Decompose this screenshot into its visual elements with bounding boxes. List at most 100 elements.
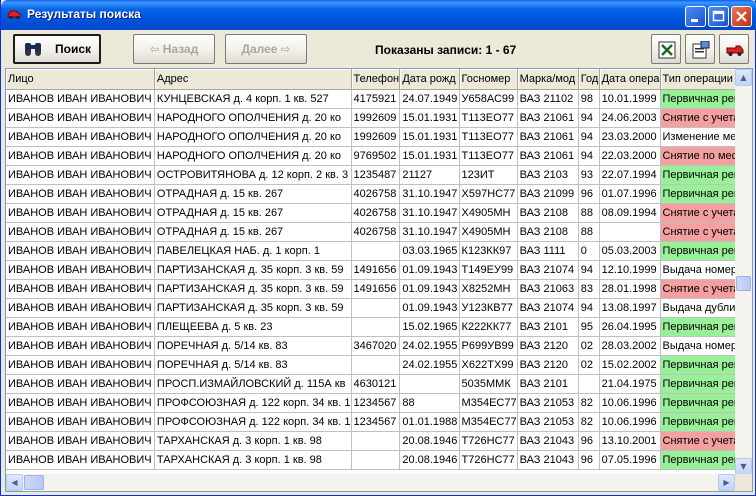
vertical-scrollbar[interactable]: ▲ ▼ xyxy=(735,69,752,475)
table-cell[interactable]: 95 xyxy=(578,317,600,337)
table-cell[interactable]: 13.10.2001 xyxy=(599,431,661,451)
table-cell[interactable]: ТАРХАНСКАЯ д. 3 корп. 1 кв. 98 xyxy=(154,431,352,451)
results-grid[interactable]: Лицо Адрес Телефон Дата рожд Госномер Марка/м… xyxy=(5,68,753,492)
table-cell[interactable]: 94 xyxy=(578,260,600,280)
table-cell[interactable]: ИВАНОВ ИВАН ИВАНОВИЧ xyxy=(6,355,155,375)
table-cell[interactable]: ИВАНОВ ИВАН ИВАНОВИЧ xyxy=(6,336,155,356)
table-cell[interactable]: 26.04.1995 xyxy=(599,317,661,337)
table-cell[interactable]: КУНЦЕВСКАЯ д. 4 корп. 1 кв. 527 xyxy=(154,89,352,109)
table-cell[interactable]: 4630121 xyxy=(351,374,401,394)
table-cell[interactable]: 88 xyxy=(578,203,600,223)
table-row[interactable]: ИВАНОВ ИВАН ИВАНОВИЧ ПРОФСОЮЗНАЯ д. 122 к… xyxy=(6,412,752,432)
table-cell[interactable]: ТАРХАНСКАЯ д. 3 корп. 1 кв. 98 xyxy=(154,450,352,470)
table-cell[interactable]: 24.06.2003 xyxy=(599,108,661,128)
table-cell[interactable]: 08.09.1994 xyxy=(599,203,661,223)
table-row[interactable]: ИВАНОВ ИВАН ИВАНОВИЧ ПРОСП.ИЗМАЙЛОВСКИЙ д… xyxy=(6,374,752,394)
table-cell[interactable]: ВАЗ 2103 xyxy=(517,165,579,185)
table-cell[interactable]: НАРОДНОГО ОПОЛЧЕНИЯ д. 20 ко xyxy=(154,146,352,166)
table-cell[interactable]: 15.02.1965 xyxy=(399,317,460,337)
table-cell[interactable] xyxy=(351,355,401,375)
table-row[interactable]: ИВАНОВ ИВАН ИВАНОВИЧ ТАРХАНСКАЯ д. 3 корп… xyxy=(6,431,752,451)
table-cell[interactable]: 28.01.1998 xyxy=(599,279,661,299)
table-cell[interactable]: ИВАНОВ ИВАН ИВАНОВИЧ xyxy=(6,298,155,318)
table-cell[interactable]: ВАЗ 2120 xyxy=(517,355,579,375)
table-cell[interactable]: 01.09.1943 xyxy=(399,260,460,280)
table-cell[interactable] xyxy=(351,241,401,261)
table-cell[interactable]: ИВАНОВ ИВАН ИВАНОВИЧ xyxy=(6,279,155,299)
table-row[interactable]: ИВАНОВ ИВАН ИВАНОВИЧ ОСТРОВИТЯНОВА д. 12 … xyxy=(6,165,752,185)
column-header[interactable]: Госномер xyxy=(459,69,518,90)
table-row[interactable]: ИВАНОВ ИВАН ИВАНОВИЧ ПОРЕЧНАЯ д. 5/14 кв.… xyxy=(6,336,752,356)
table-cell[interactable]: ВАЗ 2108 xyxy=(517,222,579,242)
next-button[interactable]: Далее ⇨ xyxy=(225,34,307,64)
table-cell[interactable]: Х4905МН xyxy=(459,222,518,242)
table-cell[interactable]: ВАЗ 2120 xyxy=(517,336,579,356)
table-cell[interactable]: ВАЗ 21074 xyxy=(517,298,579,318)
table-cell[interactable]: 94 xyxy=(578,146,600,166)
table-cell[interactable]: ОТРАДНАЯ д. 15 кв. 267 xyxy=(154,222,352,242)
table-cell[interactable]: 10.06.1996 xyxy=(599,393,661,413)
table-cell[interactable]: НАРОДНОГО ОПОЛЧЕНИЯ д. 20 ко xyxy=(154,108,352,128)
table-cell[interactable]: 88 xyxy=(578,222,600,242)
column-header[interactable]: Адрес xyxy=(154,69,352,90)
table-cell[interactable] xyxy=(351,317,401,337)
table-cell[interactable]: ОТРАДНАЯ д. 15 кв. 267 xyxy=(154,184,352,204)
table-cell[interactable]: ИВАНОВ ИВАН ИВАНОВИЧ xyxy=(6,108,155,128)
table-row[interactable]: ИВАНОВ ИВАН ИВАНОВИЧ ТАРХАНСКАЯ д. 3 корп… xyxy=(6,450,752,470)
table-cell[interactable]: 82 xyxy=(578,393,600,413)
table-cell[interactable]: ВАЗ 21099 xyxy=(517,184,579,204)
table-cell[interactable]: 4026758 xyxy=(351,222,401,242)
table-cell[interactable]: 94 xyxy=(578,298,600,318)
table-cell[interactable]: ИВАНОВ ИВАН ИВАНОВИЧ xyxy=(6,203,155,223)
table-cell[interactable]: Р699УВ99 xyxy=(459,336,518,356)
scroll-down-button[interactable]: ▼ xyxy=(735,458,752,475)
table-cell[interactable]: НАРОДНОГО ОПОЛЧЕНИЯ д. 20 ко xyxy=(154,127,352,147)
table-cell[interactable]: ОТРАДНАЯ д. 15 кв. 267 xyxy=(154,203,352,223)
table-cell[interactable]: 23.03.2000 xyxy=(599,127,661,147)
table-cell[interactable]: 15.01.1931 xyxy=(399,146,460,166)
table-cell[interactable]: Т149ЕУ99 xyxy=(459,260,518,280)
table-cell[interactable]: ПРОСП.ИЗМАЙЛОВСКИЙ д. 115А кв xyxy=(154,374,352,394)
table-cell[interactable]: Х597НС77 xyxy=(459,184,518,204)
table-cell[interactable]: ИВАНОВ ИВАН ИВАНОВИЧ xyxy=(6,165,155,185)
table-cell[interactable]: 0 xyxy=(578,241,600,261)
table-cell[interactable]: ВАЗ 21061 xyxy=(517,127,579,147)
search-button[interactable]: Поиск xyxy=(13,34,101,64)
table-cell[interactable]: 1992609 xyxy=(351,108,401,128)
table-cell[interactable]: ИВАНОВ ИВАН ИВАНОВИЧ xyxy=(6,374,155,394)
table-cell[interactable]: ВАЗ 2101 xyxy=(517,317,579,337)
table-cell[interactable]: ВАЗ 2101 xyxy=(517,374,579,394)
scroll-right-button[interactable]: ▶ xyxy=(718,474,735,491)
table-cell[interactable]: ВАЗ 21102 xyxy=(517,89,579,109)
table-cell[interactable]: 96 xyxy=(578,184,600,204)
vertical-scroll-thumb[interactable] xyxy=(736,276,751,291)
table-cell[interactable]: ПАРТИЗАНСКАЯ д. 35 корп. 3 кв. 59 xyxy=(154,260,352,280)
table-cell[interactable]: ВАЗ 21061 xyxy=(517,108,579,128)
table-cell[interactable]: ПОРЕЧНАЯ д. 5/14 кв. 83 xyxy=(154,355,352,375)
table-cell[interactable]: Х4905МН xyxy=(459,203,518,223)
table-cell[interactable]: ВАЗ 1111 xyxy=(517,241,579,261)
table-cell[interactable]: 94 xyxy=(578,127,600,147)
table-cell[interactable]: 15.01.1931 xyxy=(399,127,460,147)
table-cell[interactable]: ВАЗ 21063 xyxy=(517,279,579,299)
table-cell[interactable]: 15.01.1931 xyxy=(399,108,460,128)
table-cell[interactable]: 96 xyxy=(578,450,600,470)
table-cell[interactable]: ПРОФСОЮЗНАЯ д. 122 корп. 34 кв. 1 xyxy=(154,393,352,413)
table-cell[interactable]: 31.10.1947 xyxy=(399,184,460,204)
column-header[interactable]: Лицо xyxy=(6,69,155,90)
table-cell[interactable]: 94 xyxy=(578,108,600,128)
table-cell[interactable]: ИВАНОВ ИВАН ИВАНОВИЧ xyxy=(6,127,155,147)
table-cell[interactable]: 10.06.1996 xyxy=(599,412,661,432)
table-cell[interactable]: 1491656 xyxy=(351,260,401,280)
table-cell[interactable]: К222КК77 xyxy=(459,317,518,337)
export-excel-button[interactable] xyxy=(651,34,681,64)
table-cell[interactable]: 24.07.1949 xyxy=(399,89,460,109)
table-cell[interactable]: ПАРТИЗАНСКАЯ д. 35 корп. 3 кв. 59 xyxy=(154,298,352,318)
table-cell[interactable]: 03.03.1965 xyxy=(399,241,460,261)
title-bar[interactable]: Результаты поиска xyxy=(1,0,756,30)
table-cell[interactable]: ПАВЕЛЕЦКАЯ НАБ. д. 1 корп. 1 xyxy=(154,241,352,261)
table-cell[interactable]: ВАЗ 21043 xyxy=(517,431,579,451)
table-cell[interactable]: ИВАНОВ ИВАН ИВАНОВИЧ xyxy=(6,184,155,204)
table-cell[interactable]: 1234567 xyxy=(351,393,401,413)
table-cell[interactable]: ИВАНОВ ИВАН ИВАНОВИЧ xyxy=(6,89,155,109)
